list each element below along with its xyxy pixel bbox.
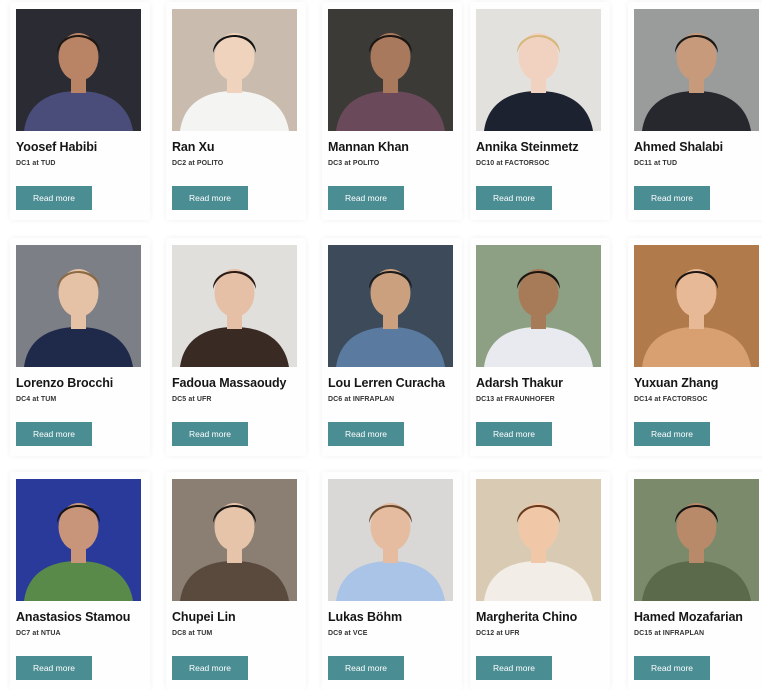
member-name: Yoosef Habibi [16, 140, 98, 154]
team-member-card: Annika Steinmetz DC10 at FACTORSOC Read mo… [470, 2, 610, 220]
member-role: DC2 at POLITO [172, 160, 224, 167]
read-more-button[interactable]: Read more [328, 656, 404, 680]
team-member-card: Yoosef Habibi DC1 at TUD Read more [10, 2, 150, 220]
member-photo [172, 9, 297, 131]
member-name: Ran Xu [172, 140, 215, 154]
member-role: DC12 at UFR [476, 630, 520, 637]
read-more-button[interactable]: Read more [634, 186, 710, 210]
member-name: Adarsh Thakur [476, 376, 563, 390]
member-role: DC5 at UFR [172, 396, 212, 403]
member-photo [634, 9, 759, 131]
read-more-button[interactable]: Read more [16, 422, 92, 446]
member-name: Yuxuan Zhang [634, 376, 719, 390]
team-member-card: Anastasios Stamou DC7 at NTUA Read more [10, 472, 150, 690]
team-member-card: Lou Lerren Curacha DC6 at INFRAPLAN Read m… [322, 238, 462, 456]
member-name: Hamed Mozafarian [634, 610, 743, 624]
team-member-card: Fadoua Massaoudy DC5 at UFR Read more [166, 238, 306, 456]
read-more-button[interactable]: Read more [476, 656, 552, 680]
team-member-card: Mannan Khan DC3 at POLITO Read more [322, 2, 462, 220]
member-name: Lou Lerren Curacha [328, 376, 445, 390]
read-more-button[interactable]: Read more [634, 656, 710, 680]
read-more-button[interactable]: Read more [634, 422, 710, 446]
member-photo [328, 245, 453, 367]
member-role: DC3 at POLITO [328, 160, 380, 167]
member-name: Lorenzo Brocchi [16, 376, 114, 390]
team-member-card: Chupei Lin DC8 at TUM Read more [166, 472, 306, 690]
member-photo [476, 9, 601, 131]
member-role: DC11 at TUD [634, 160, 678, 167]
member-name: Ahmed Shalabi [634, 140, 723, 154]
member-name: Mannan Khan [328, 140, 409, 154]
read-more-button[interactable]: Read more [328, 186, 404, 210]
member-role: DC4 at TUM [16, 396, 57, 403]
member-role: DC13 at FRAUNHOFER [476, 396, 555, 403]
read-more-button[interactable]: Read more [476, 422, 552, 446]
member-name: Fadoua Massaoudy [172, 376, 287, 390]
member-photo [634, 479, 759, 601]
team-member-card: Margherita Chino DC12 at UFR Read more [470, 472, 610, 690]
team-member-card: Hamed Mozafarian DC15 at INFRAPLAN Read mo… [628, 472, 762, 690]
member-role: DC14 at FACTORSOC [634, 396, 708, 403]
member-photo [328, 479, 453, 601]
team-member-card: Ran Xu DC2 at POLITO Read more [166, 2, 306, 220]
team-member-card: Adarsh Thakur DC13 at FRAUNHOFER Read more [470, 238, 610, 456]
member-photo [476, 479, 601, 601]
member-photo [172, 245, 297, 367]
member-photo [172, 479, 297, 601]
team-grid: Yoosef Habibi DC1 at TUD Read more Ran Xu DC… [0, 0, 762, 690]
member-role: DC7 at NTUA [16, 630, 61, 637]
member-photo [328, 9, 453, 131]
team-member-card: Yuxuan Zhang DC14 at FACTORSOC Read more [628, 238, 762, 456]
team-member-card: Lorenzo Brocchi DC4 at TUM Read more [10, 238, 150, 456]
member-photo [476, 245, 601, 367]
member-name: Annika Steinmetz [476, 140, 579, 154]
team-member-card: Lukas Böhm DC9 at VCE Read more [322, 472, 462, 690]
member-role: DC9 at VCE [328, 630, 368, 637]
read-more-button[interactable]: Read more [172, 656, 248, 680]
member-role: DC1 at TUD [16, 160, 56, 167]
read-more-button[interactable]: Read more [476, 186, 552, 210]
member-name: Lukas Böhm [328, 610, 403, 624]
member-photo [16, 9, 141, 131]
member-name: Anastasios Stamou [16, 610, 131, 624]
team-member-card: Ahmed Shalabi DC11 at TUD Read more [628, 2, 762, 220]
member-role: DC10 at FACTORSOC [476, 160, 550, 167]
member-photo [16, 245, 141, 367]
member-role: DC15 at INFRAPLAN [634, 630, 705, 637]
read-more-button[interactable]: Read more [172, 186, 248, 210]
read-more-button[interactable]: Read more [172, 422, 248, 446]
read-more-button[interactable]: Read more [16, 186, 92, 210]
member-photo [634, 245, 759, 367]
member-name: Chupei Lin [172, 610, 236, 624]
member-name: Margherita Chino [476, 610, 578, 624]
member-role: DC8 at TUM [172, 630, 213, 637]
read-more-button[interactable]: Read more [16, 656, 92, 680]
read-more-button[interactable]: Read more [328, 422, 404, 446]
member-role: DC6 at INFRAPLAN [328, 396, 395, 403]
member-photo [16, 479, 141, 601]
